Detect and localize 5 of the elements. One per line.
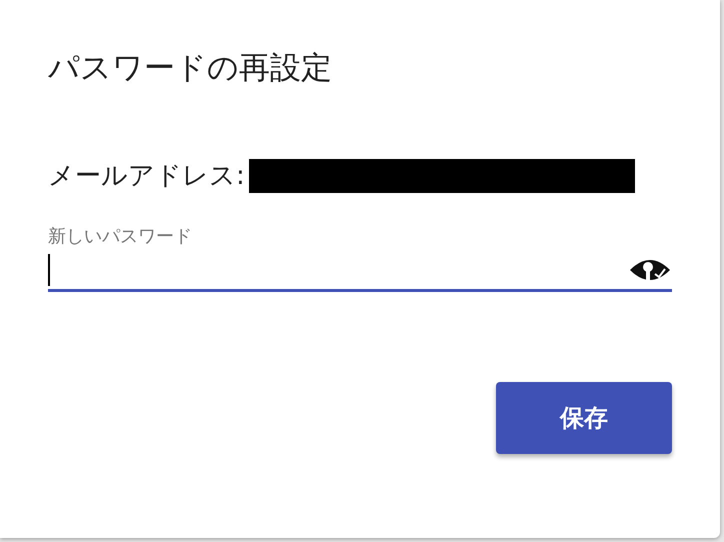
email-label: メールアドレス: [48,160,245,192]
field-label: 新しいパスワード [48,225,193,249]
dialog-title: パスワードの再設定 [48,49,333,88]
text-cursor [48,254,50,286]
save-button[interactable]: 保存 [496,382,672,454]
